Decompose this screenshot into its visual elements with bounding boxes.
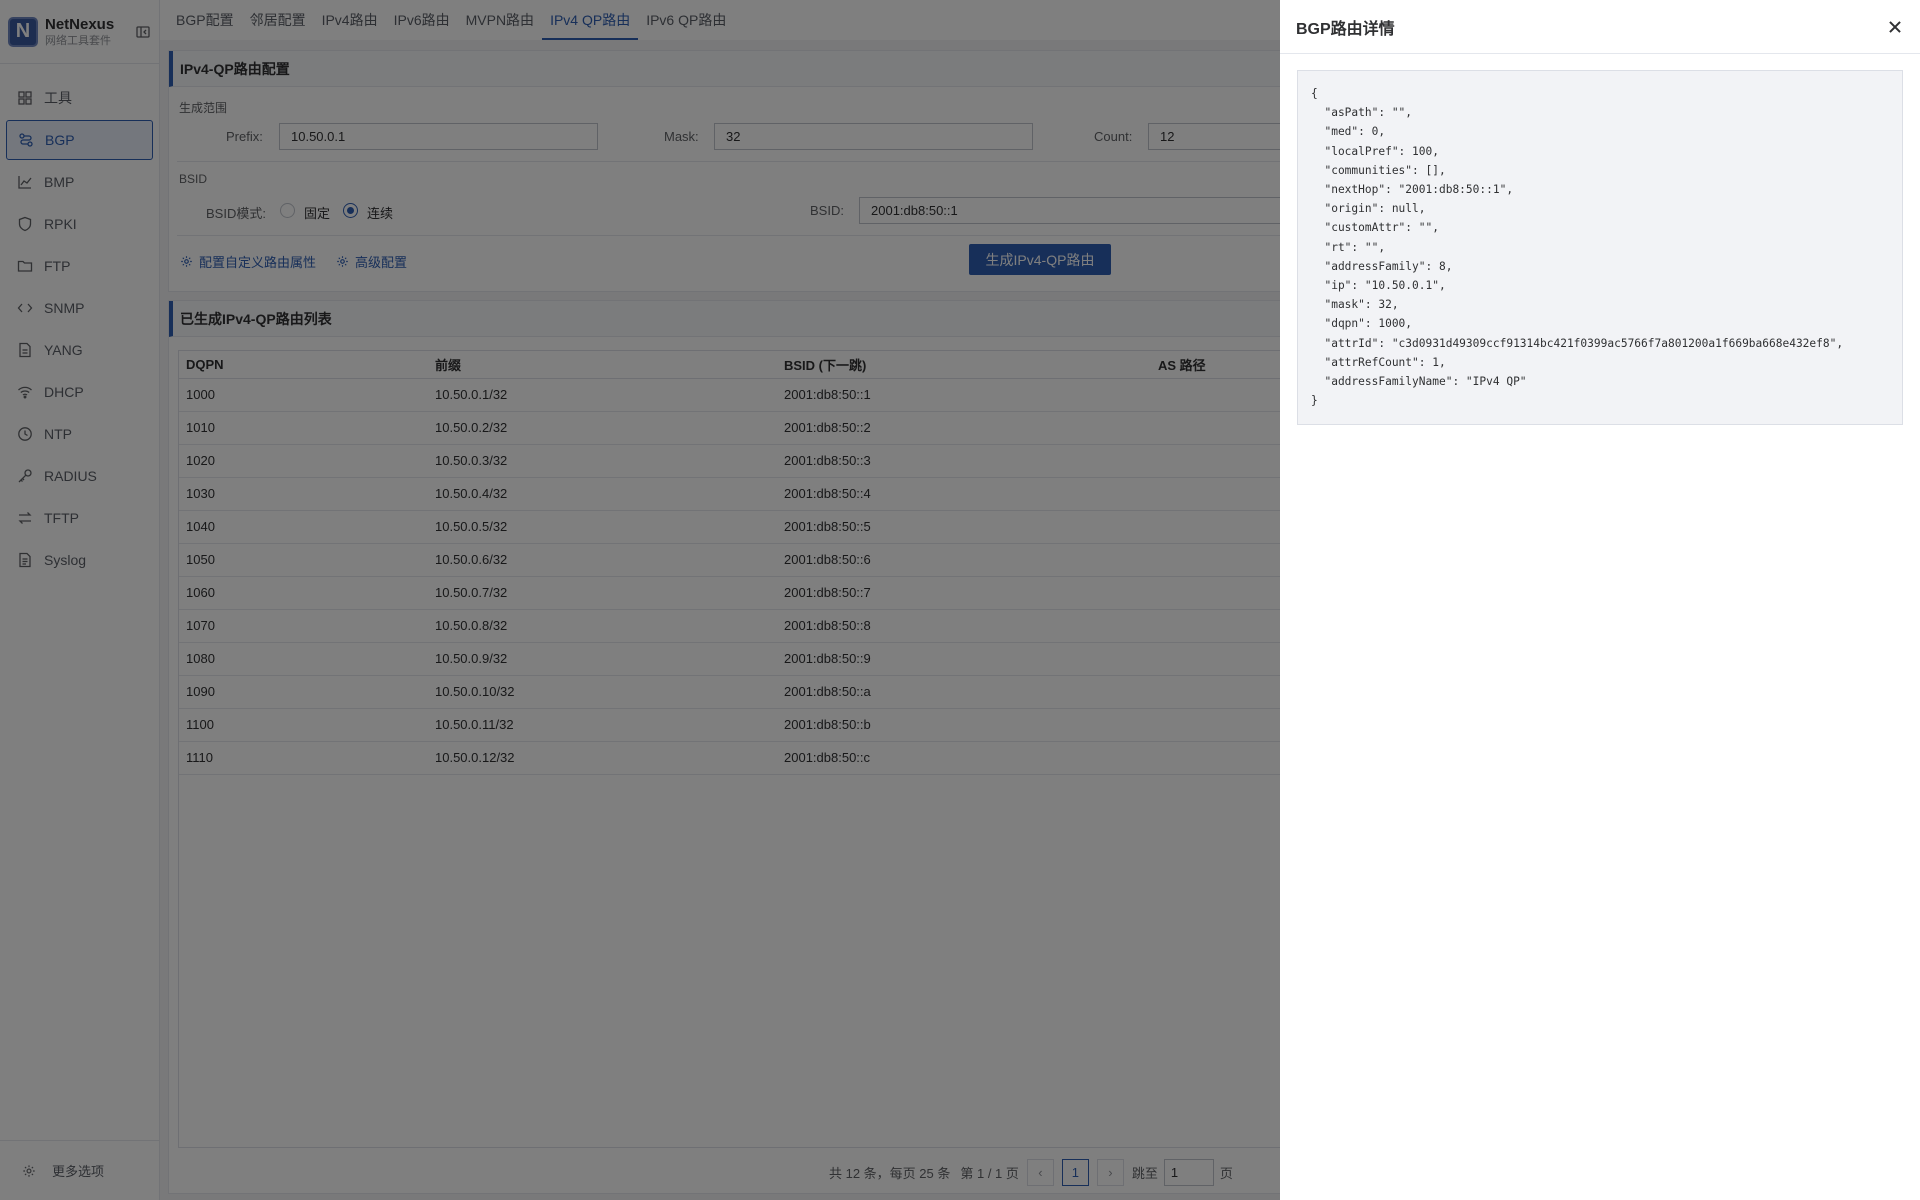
drawer-title: BGP路由详情: [1296, 20, 1395, 38]
close-icon[interactable]: [1886, 18, 1904, 36]
route-detail-drawer: BGP路由详情 { "asPath": "", "med": 0, "local…: [1280, 0, 1920, 1200]
drawer-header: BGP路由详情: [1280, 0, 1920, 54]
route-json-viewer: { "asPath": "", "med": 0, "localPref": 1…: [1297, 70, 1903, 425]
